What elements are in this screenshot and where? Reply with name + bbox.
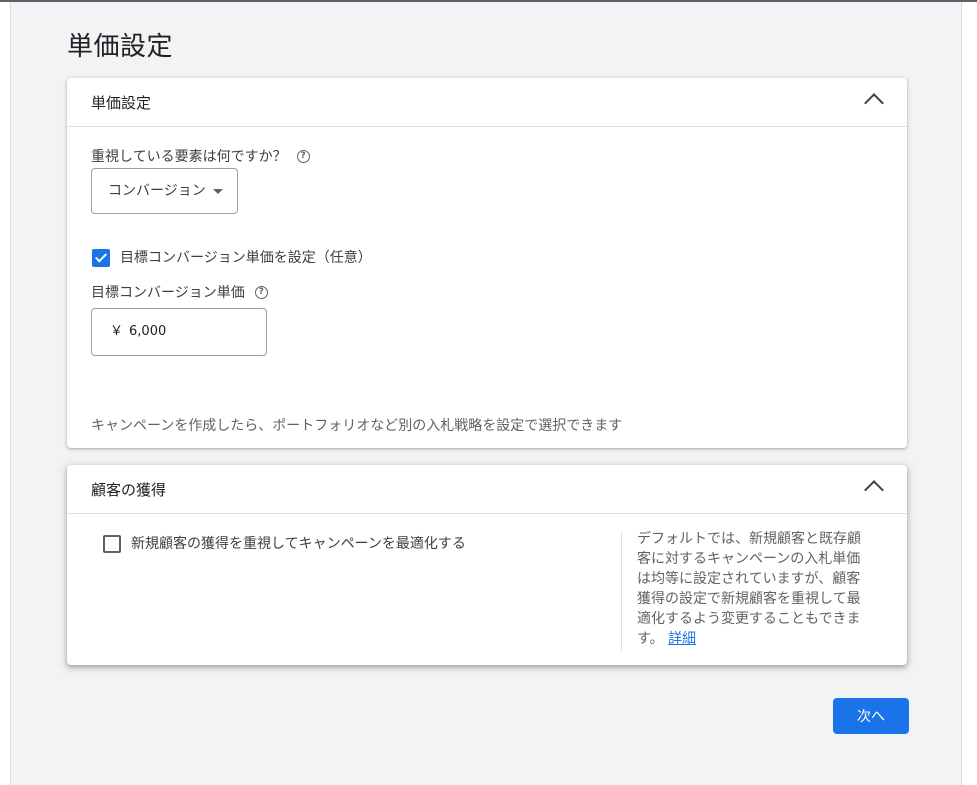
target-cpa-input[interactable]: ￥ 6,000 <box>91 308 267 356</box>
target-cpa-value: 6,000 <box>129 324 167 339</box>
acquisition-card: 顧客の獲得 新規顧客の獲得を重視してキャンペーンを最適化する デフォルトでは、新… <box>67 465 907 665</box>
acquisition-description-text: デフォルトでは、新規顧客と既存顧客に対するキャンペーンの入札単価は均等に設定され… <box>637 531 861 647</box>
focus-question-row: 重視している要素は何ですか？ ? <box>91 146 310 166</box>
page-title: 単価設定 <box>67 32 174 62</box>
next-button[interactable]: 次へ <box>833 698 909 734</box>
target-cpa-checkbox-row: 目標コンバージョン単価を設定（任意） <box>120 247 372 267</box>
target-cpa-checkbox[interactable] <box>92 249 110 267</box>
bid-strategy-note: キャンペーンを作成したら、ポートフォリオなど別の入札戦略を設定で選択できます <box>91 418 623 434</box>
vertical-divider <box>621 531 622 651</box>
pricing-card: 単価設定 重視している要素は何ですか？ ? コンバージョン 目標コンバージョン単… <box>67 78 907 448</box>
target-cpa-label-row: 目標コンバージョン単価 ? <box>91 282 268 302</box>
caret-down-icon <box>213 189 223 194</box>
target-cpa-label: 目標コンバージョン単価 <box>91 285 245 301</box>
chevron-up-icon[interactable] <box>864 480 884 500</box>
focus-select[interactable]: コンバージョン <box>91 168 238 214</box>
main-content: 単価設定 単価設定 重視している要素は何ですか？ ? コンバージョン 目標コンバ… <box>10 2 962 785</box>
pricing-card-title: 単価設定 <box>91 94 152 112</box>
new-customer-row: 新規顧客の獲得を重視してキャンペーンを最適化する <box>131 533 466 553</box>
focus-question-label: 重視している要素は何ですか？ <box>91 149 287 165</box>
new-customer-checkbox[interactable] <box>103 535 121 553</box>
learn-more-link[interactable]: 詳細 <box>668 631 696 647</box>
chevron-up-icon[interactable] <box>864 93 884 113</box>
help-circle-icon[interactable]: ? <box>254 285 268 299</box>
pricing-card-header[interactable]: 単価設定 <box>67 78 907 127</box>
target-cpa-checkbox-label[interactable]: 目標コンバージョン単価を設定（任意） <box>120 247 372 267</box>
help-circle-icon[interactable]: ? <box>296 149 310 163</box>
focus-select-value: コンバージョン <box>108 183 206 199</box>
new-customer-checkbox-label[interactable]: 新規顧客の獲得を重視してキャンペーンを最適化する <box>131 533 466 553</box>
acquisition-description: デフォルトでは、新規顧客と既存顧客に対するキャンペーンの入札単価は均等に設定され… <box>637 529 869 649</box>
currency-symbol: ￥ <box>110 324 124 339</box>
acquisition-card-header[interactable]: 顧客の獲得 <box>67 465 907 514</box>
acquisition-card-title: 顧客の獲得 <box>91 481 167 499</box>
